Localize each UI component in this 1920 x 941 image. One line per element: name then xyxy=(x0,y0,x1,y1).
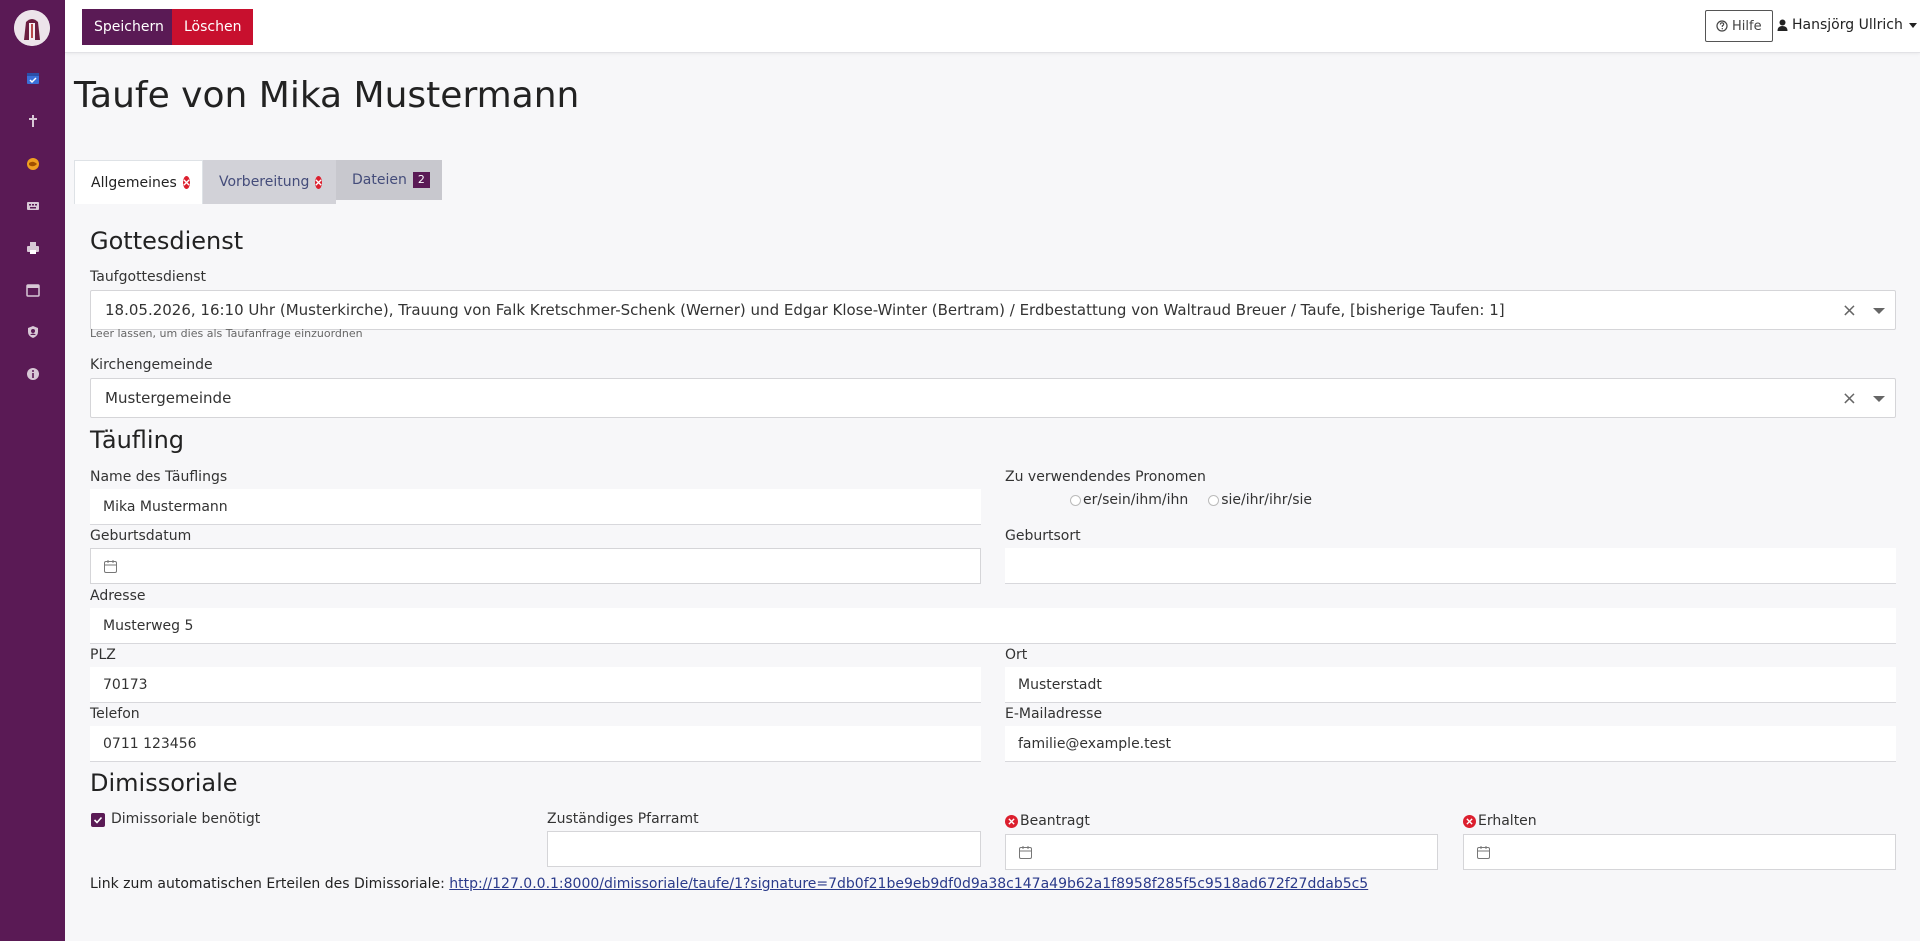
save-button[interactable]: Speichern xyxy=(82,9,176,45)
pronoun-radio-group: er/sein/ihm/ihn sie/ihr/ihr/sie xyxy=(1070,492,1312,508)
calendar-icon xyxy=(1477,846,1490,859)
checkmark-icon xyxy=(93,816,103,824)
chevron-down-icon[interactable] xyxy=(1873,396,1885,402)
user-shield-icon[interactable] xyxy=(0,318,65,346)
info-icon[interactable] xyxy=(0,360,65,388)
zip-input[interactable]: 70173 xyxy=(90,667,981,703)
service-label: Taufgottesdienst xyxy=(90,269,206,285)
service-select-value: 18.05.2026, 16:10 Uhr (Musterkirche), Tr… xyxy=(105,301,1505,319)
dimissoriale-needed-label: Dimissoriale benötigt xyxy=(111,811,261,827)
parish-select-value: Mustergemeinde xyxy=(105,389,232,407)
email-label: E-Mailadresse xyxy=(1005,706,1103,722)
tab-bar: Allgemeines Vorbereitung Dateien 2 xyxy=(74,160,442,204)
calendar-icon xyxy=(1019,846,1032,859)
printer-icon[interactable] xyxy=(0,234,65,262)
address-label: Adresse xyxy=(90,588,146,604)
section-heading-service: Gottesdienst xyxy=(90,227,244,255)
received-date-input[interactable] xyxy=(1463,834,1896,870)
help-button[interactable]: Hilfe xyxy=(1705,10,1773,42)
requested-date-input[interactable] xyxy=(1005,834,1438,870)
birthdate-label: Geburtsdatum xyxy=(90,528,192,544)
parish-select[interactable]: Mustergemeinde × xyxy=(90,378,1896,418)
user-name: Hansjörg Ullrich xyxy=(1792,17,1903,33)
delete-button[interactable]: Löschen xyxy=(172,9,254,45)
tab-files[interactable]: Dateien 2 xyxy=(336,160,442,200)
error-icon xyxy=(182,176,190,189)
dimissoriale-link-row: Link zum automatischen Erteilen des Dimi… xyxy=(90,876,1368,892)
pronoun-radio-he[interactable] xyxy=(1070,494,1081,506)
address-input[interactable]: Musterweg 5 xyxy=(90,608,1896,644)
city-label: Ort xyxy=(1005,647,1028,663)
birthplace-label: Geburtsort xyxy=(1005,528,1081,544)
user-menu[interactable]: Hansjörg Ullrich xyxy=(1777,17,1917,33)
office-label: Zuständiges Pfarramt xyxy=(547,811,699,827)
error-icon xyxy=(1005,814,1018,828)
service-hint: Leer lassen, um dies als Taufanfrage ein… xyxy=(90,327,363,340)
pronoun-option-he-label: er/sein/ihm/ihn xyxy=(1083,492,1189,508)
pronoun-radio-she[interactable] xyxy=(1208,494,1220,506)
cross-icon[interactable] xyxy=(0,107,65,135)
error-icon xyxy=(315,175,323,189)
main-content: Taufe von Mika Mustermann Allgemeines Vo… xyxy=(65,53,1920,941)
error-icon xyxy=(1463,814,1476,828)
section-heading-dimissoriale: Dimissoriale xyxy=(90,769,238,797)
app-logo[interactable] xyxy=(14,10,50,46)
files-count-badge: 2 xyxy=(412,172,430,188)
tab-preparation-label: Vorbereitung xyxy=(219,174,310,190)
section-heading-child: Täufling xyxy=(90,426,185,454)
tab-general-label: Allgemeines xyxy=(91,174,177,191)
parish-label: Kirchengemeinde xyxy=(90,357,213,373)
service-select[interactable]: 18.05.2026, 16:10 Uhr (Musterkirche), Tr… xyxy=(90,290,1896,330)
tab-general[interactable]: Allgemeines xyxy=(74,160,203,204)
city-input[interactable]: Musterstadt xyxy=(1005,667,1896,703)
pronoun-option-she-label: sie/ihr/ihr/sie xyxy=(1221,492,1313,508)
dimissoriale-needed-checkbox[interactable] xyxy=(91,813,105,827)
globe-icon[interactable] xyxy=(0,150,65,178)
office-input[interactable] xyxy=(547,831,981,867)
requested-label: Beantragt xyxy=(1020,813,1090,829)
requested-label-row: Beantragt xyxy=(1005,813,1090,829)
keyboard-icon[interactable] xyxy=(0,192,65,220)
tab-preparation[interactable]: Vorbereitung xyxy=(203,160,336,204)
pronoun-label: Zu verwendendes Pronomen xyxy=(1005,469,1206,485)
tab-files-label: Dateien xyxy=(352,172,407,188)
question-circle-icon xyxy=(1716,20,1728,32)
birthdate-input[interactable] xyxy=(90,548,981,584)
sidebar xyxy=(0,0,65,941)
user-icon xyxy=(1777,19,1788,31)
dimissoriale-link-prefix: Link zum automatischen Erteilen des Dimi… xyxy=(90,876,445,892)
phone-label: Telefon xyxy=(90,706,140,722)
topbar: Speichern Löschen Hilfe Hansjörg Ullrich xyxy=(65,0,1920,53)
dimissoriale-link[interactable]: http://127.0.0.1:8000/dimissoriale/taufe… xyxy=(449,876,1368,892)
received-label-row: Erhalten xyxy=(1463,813,1537,829)
page-title: Taufe von Mika Mustermann xyxy=(74,75,580,116)
clear-icon[interactable]: × xyxy=(1842,302,1857,320)
clear-icon[interactable]: × xyxy=(1842,390,1857,408)
caret-down-icon xyxy=(1908,22,1917,28)
calendar-icon xyxy=(104,560,117,573)
child-name-input[interactable]: Mika Mustermann xyxy=(90,489,981,525)
help-label: Hilfe xyxy=(1732,18,1762,34)
calendar-check-icon[interactable] xyxy=(0,64,65,92)
phone-input[interactable]: 0711 123456 xyxy=(90,726,981,762)
child-name-label: Name des Täuflings xyxy=(90,469,228,485)
chevron-down-icon[interactable] xyxy=(1873,308,1885,314)
birthplace-input[interactable] xyxy=(1005,548,1896,584)
email-input[interactable]: familie@example.test xyxy=(1005,726,1896,762)
calendar-icon[interactable] xyxy=(0,276,65,304)
received-label: Erhalten xyxy=(1478,813,1537,829)
zip-label: PLZ xyxy=(90,647,116,663)
